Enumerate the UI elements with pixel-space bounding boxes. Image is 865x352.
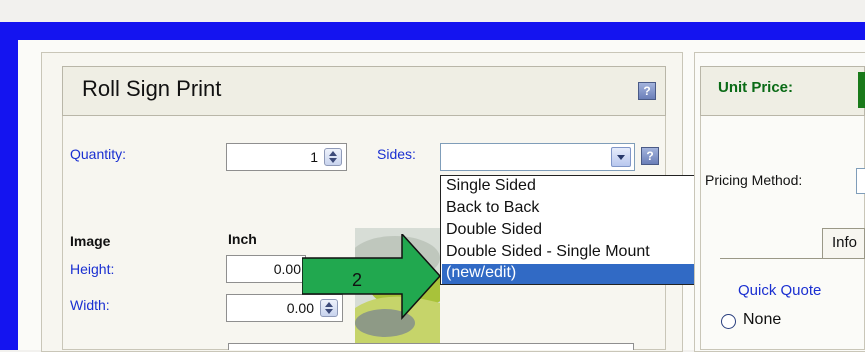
pricing-method-select[interactable]	[856, 168, 865, 194]
sides-option[interactable]: Double Sided - Single Mount	[446, 243, 650, 261]
tab-info[interactable]: Info	[822, 228, 865, 258]
product-title: Roll Sign Print	[82, 76, 222, 101]
product-help-icon[interactable]: ?	[638, 82, 656, 100]
width-label: Width:	[70, 297, 110, 313]
sides-select[interactable]	[440, 143, 635, 171]
sides-option[interactable]: Single Sided	[446, 177, 536, 195]
sides-label: Sides:	[377, 146, 416, 162]
radio-none-label: None	[743, 311, 782, 328]
step-number: 2	[352, 270, 363, 290]
quantity-stepper[interactable]: 1	[226, 143, 347, 171]
sides-help-icon[interactable]: ?	[641, 147, 659, 165]
unit-price-label: Unit Price:	[718, 79, 794, 96]
image-label: Image	[70, 233, 111, 249]
spinner-icon[interactable]	[324, 148, 342, 166]
unit-header: Inch	[228, 231, 257, 247]
quantity-label: Quantity:	[70, 146, 127, 162]
arrow-callout-icon	[302, 234, 442, 320]
quantity-value: 1	[310, 149, 318, 165]
dropdown-arrow-icon[interactable]	[611, 147, 631, 167]
sides-option[interactable]: Back to Back	[446, 199, 539, 217]
pricing-method-label: Pricing Method:	[705, 172, 803, 188]
height-label: Height:	[70, 261, 115, 277]
window-top-strip	[0, 0, 865, 22]
quick-quote-label: Quick Quote	[738, 282, 822, 299]
form-field-partial[interactable]	[228, 343, 634, 350]
radio-icon[interactable]	[721, 314, 736, 329]
height-field[interactable]: 0.00	[226, 255, 306, 283]
unit-price-value-box	[858, 72, 865, 108]
height-value: 0.00	[273, 261, 301, 277]
tab-divider	[720, 258, 865, 259]
